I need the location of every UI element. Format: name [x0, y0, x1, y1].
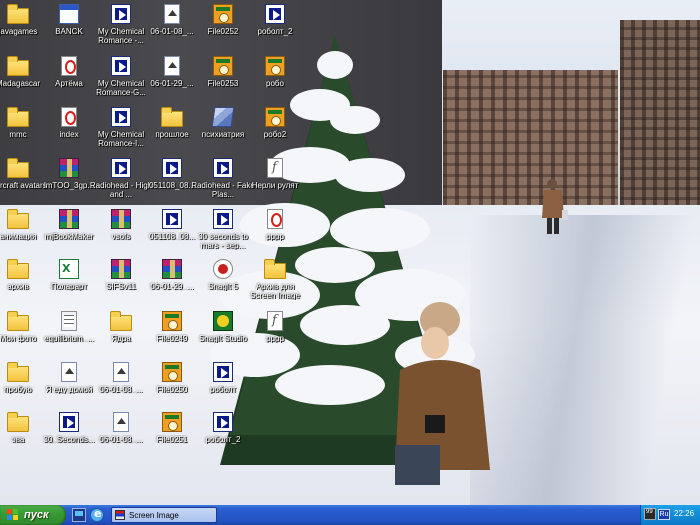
clock[interactable]: 22:26 [674, 509, 694, 518]
media-file-icon [213, 412, 233, 432]
media-file-icon [111, 107, 131, 127]
folder-icon [7, 412, 29, 432]
winrar-icon [59, 158, 79, 178]
tray-app-icon[interactable]: 99 [644, 508, 656, 520]
folder-icon [264, 259, 286, 279]
flash-file-icon [267, 158, 283, 178]
window-icon [59, 4, 79, 24]
desktop-icon-label: роболт_2 [257, 27, 293, 36]
desktop-icon[interactable]: роболт_2 [191, 410, 255, 464]
image-file-icon [162, 412, 182, 432]
desktop-icon[interactable]: робо2 [243, 105, 307, 159]
image-file-icon [213, 56, 233, 76]
document-icon [164, 56, 180, 76]
media-file-icon [213, 158, 233, 178]
document-icon [113, 362, 129, 382]
folder-icon [7, 107, 29, 127]
desktop-icon-label: робо2 [263, 130, 287, 139]
taskbar: пуск Screen Image 99 Ru 22:26 [0, 505, 700, 525]
windows-logo-icon [7, 509, 19, 521]
winrar-icon [59, 209, 79, 229]
desktop-icon-label: роболт_2 [205, 435, 241, 444]
media-file-icon [111, 56, 131, 76]
opera-icon [61, 56, 77, 76]
image-file-icon [265, 56, 285, 76]
desktop-icon[interactable]: рррр [243, 309, 307, 363]
text-file-icon [61, 311, 77, 331]
folder-icon [7, 56, 29, 76]
desktop-icon-label: роболт [209, 385, 237, 394]
folder-icon [7, 311, 29, 331]
desktop-icon-label: Нерли рулят [251, 181, 299, 190]
language-indicator[interactable]: Ru [658, 509, 670, 520]
desktop-icon[interactable]: Нерли рулят [243, 156, 307, 210]
folder-icon [161, 107, 183, 127]
desktop-icon[interactable]: Архив для Screen Image [243, 257, 307, 311]
opera-icon [61, 107, 77, 127]
media-file-icon [162, 209, 182, 229]
system-tray: 99 Ru 22:26 [640, 505, 700, 525]
media-file-icon [59, 412, 79, 432]
desktop-icon[interactable]: роболт_2 [243, 2, 307, 56]
desktop-icon-label: робо [266, 79, 284, 88]
desktop-icon-label: рррр [266, 334, 284, 343]
document-icon [164, 4, 180, 24]
show-desktop-icon[interactable] [72, 508, 86, 522]
media-file-icon [162, 158, 182, 178]
image-file-icon [162, 362, 182, 382]
media-file-icon [111, 158, 131, 178]
excel-icon [59, 259, 79, 279]
folder-icon [7, 209, 29, 229]
start-button[interactable]: пуск [0, 505, 66, 525]
tray-badge-text: 99 [646, 509, 653, 515]
desktop-icon[interactable]: роболт [191, 360, 255, 414]
image-file-icon [265, 107, 285, 127]
opera-icon [267, 209, 283, 229]
desktop-icon-label: Архив для Screen Image [250, 282, 300, 300]
flash-file-icon [267, 311, 283, 331]
snagit-icon [213, 259, 233, 279]
document-icon [113, 412, 129, 432]
folder-icon [110, 311, 132, 331]
snagit-studio-icon [213, 311, 233, 331]
image-file-icon [213, 4, 233, 24]
media-file-icon [111, 4, 131, 24]
start-button-label: пуск [24, 509, 49, 521]
winrar-icon [111, 209, 131, 229]
winrar-icon [162, 259, 182, 279]
internet-explorer-icon[interactable] [90, 507, 104, 522]
desktop-icon-label: рррр [266, 232, 284, 241]
screen-image-app-icon [115, 510, 125, 520]
media-file-icon [213, 362, 233, 382]
desktop: javagamesMadagascarmmcstarcraft avatarsа… [0, 0, 700, 505]
document-icon [61, 362, 77, 382]
taskbar-button-screen-image[interactable]: Screen Image [111, 507, 217, 523]
media-file-icon [213, 209, 233, 229]
folder-icon [7, 259, 29, 279]
image-file-icon [162, 311, 182, 331]
quick-launch-bar [72, 507, 104, 523]
desktop-icon[interactable]: рррр [243, 207, 307, 261]
media-file-icon [265, 4, 285, 24]
stack-icon [211, 107, 235, 127]
folder-icon [7, 4, 29, 24]
desktop-icon[interactable]: робо [243, 54, 307, 108]
folder-icon [7, 158, 29, 178]
taskbar-button-label: Screen Image [129, 510, 179, 520]
folder-icon [7, 362, 29, 382]
winrar-icon [111, 259, 131, 279]
